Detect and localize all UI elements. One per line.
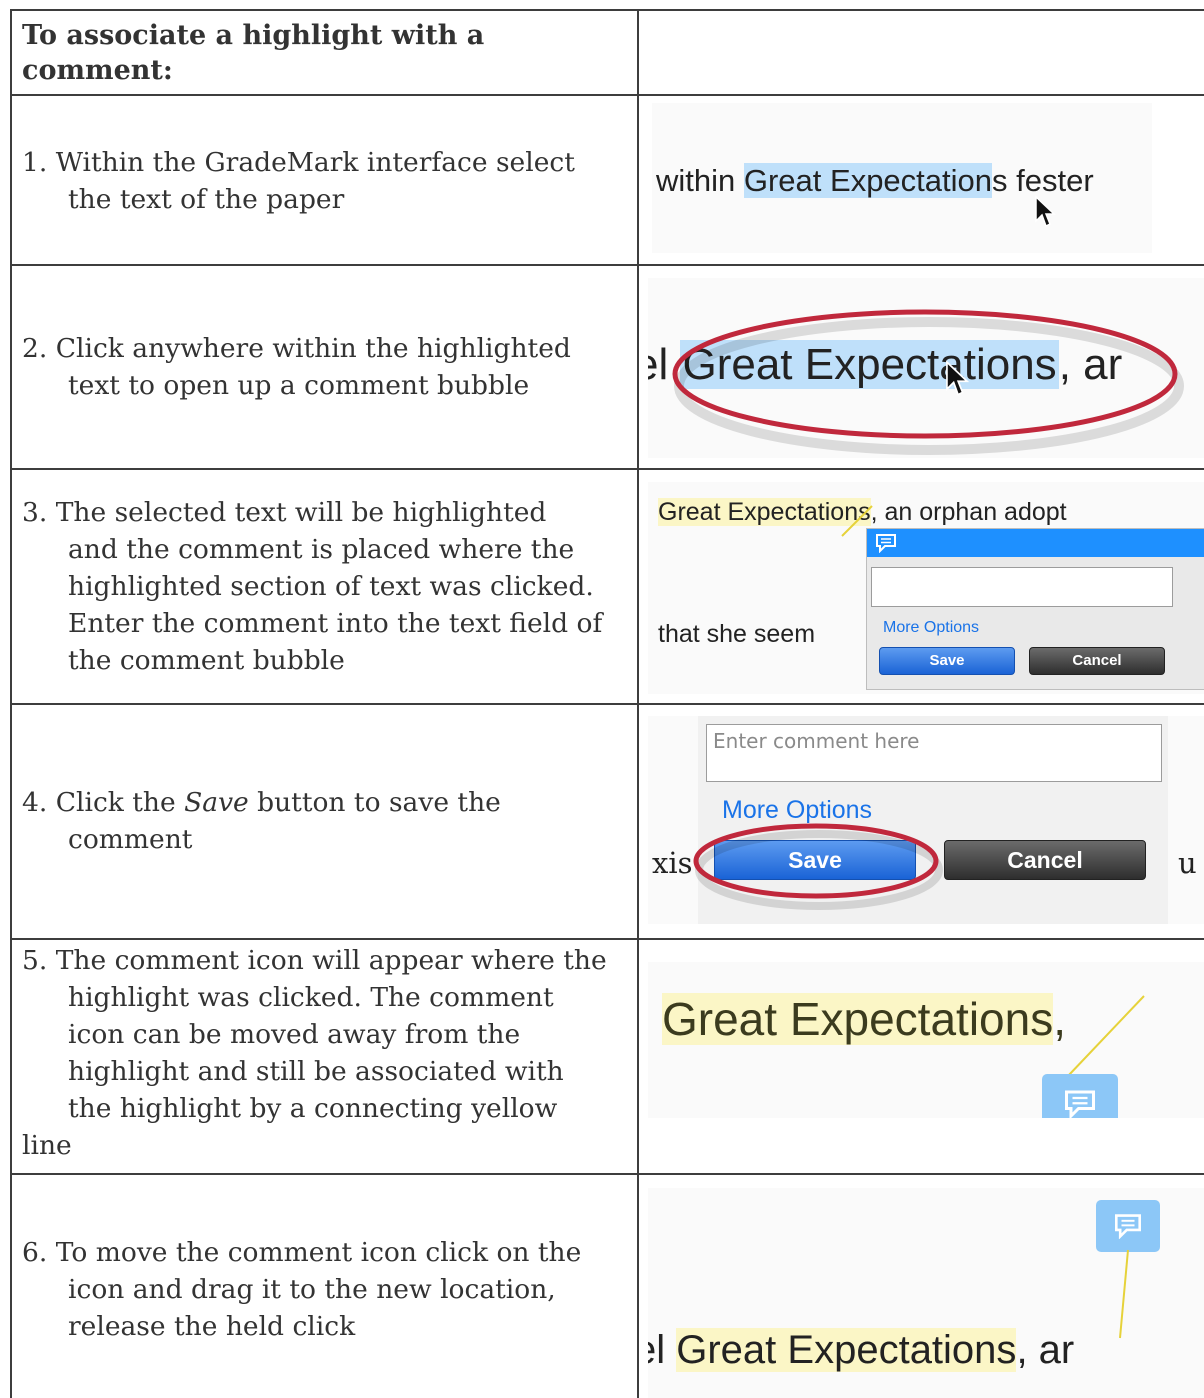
step-line: highlight and still be associated with xyxy=(68,1056,564,1087)
step-line: The selected text will be highlighted xyxy=(55,497,547,528)
step-line: Click anywhere within the highlighted xyxy=(55,333,571,364)
comment-text-field[interactable] xyxy=(871,567,1173,607)
screenshot-select-text: within Great Expectations fester xyxy=(652,103,1152,253)
row-divider xyxy=(10,468,1204,470)
row-divider xyxy=(10,938,1204,940)
comment-icon xyxy=(876,534,896,553)
row-divider xyxy=(10,703,1204,705)
step-line-post: button to save the xyxy=(248,787,501,818)
paper-text-line: within Great Expectations fester xyxy=(656,163,1094,198)
step-number: 6. xyxy=(22,1237,48,1268)
step-line: To move the comment icon click on the xyxy=(55,1237,582,1268)
connector-line xyxy=(1119,1249,1129,1339)
red-callout-ellipse xyxy=(693,823,943,910)
step-line: Enter the comment into the text field of xyxy=(68,608,603,639)
screenshot-click-highlight: el Great Expectations, ar xyxy=(648,278,1204,458)
screenshot-click-save: Enter comment here More Options Save Can… xyxy=(648,716,1204,924)
step-3-text: 3. The selected text will be highlighted… xyxy=(22,494,632,679)
comment-icon[interactable] xyxy=(1096,1200,1160,1252)
screenshot-move-icon: el Great Expectations, ar xyxy=(648,1188,1204,1398)
step-number: 3. xyxy=(22,497,48,528)
step-line: and the comment is placed where the xyxy=(68,534,575,565)
step-line: comment xyxy=(68,824,193,855)
step-line: text to open up a comment bubble xyxy=(68,370,530,401)
comment-bubble: More Options Save Cancel xyxy=(866,528,1204,690)
step-line: the text of the paper xyxy=(68,184,345,215)
yellow-highlighted-text: Great Expectations xyxy=(662,993,1054,1045)
step-4-text: 4. Click the Save button to save the com… xyxy=(22,784,632,858)
step-line: the highlight by a connecting yellow xyxy=(68,1093,558,1124)
step-number: 1. xyxy=(22,147,48,178)
step-line: release the held click xyxy=(68,1311,356,1342)
row-divider xyxy=(10,94,1204,96)
screenshot-comment-icon: Great Expectations, xyxy=(648,962,1204,1118)
paper-text-line: el Great Expectations, ar xyxy=(648,1328,1075,1372)
step-line: icon and drag it to the new location, xyxy=(68,1274,556,1305)
heading-line-1: To associate a highlight with a xyxy=(22,20,485,51)
save-button[interactable]: Save xyxy=(879,647,1015,675)
step-1-text: 1. Within the GradeMark interface select… xyxy=(22,144,632,218)
table-heading: To associate a highlight with a comment: xyxy=(22,18,622,88)
step-5-text: 5. The comment icon will appear where th… xyxy=(22,942,632,1164)
cancel-button[interactable]: Cancel xyxy=(1029,647,1165,675)
row-divider xyxy=(10,1173,1204,1175)
red-callout-ellipse xyxy=(672,309,1184,455)
step-number: 4. xyxy=(22,787,48,818)
step-6-text: 6. To move the comment icon click on the… xyxy=(22,1234,632,1345)
mouse-cursor-icon xyxy=(946,360,970,396)
heading-line-2: comment: xyxy=(22,55,173,86)
mouse-cursor-icon xyxy=(1035,195,1056,228)
bubble-header xyxy=(867,529,1204,557)
step-number: 5. xyxy=(22,945,48,976)
comment-icon[interactable] xyxy=(1042,1074,1118,1118)
table-border-top xyxy=(10,9,1204,11)
row-divider xyxy=(10,264,1204,266)
more-options-link[interactable]: More Options xyxy=(883,619,979,637)
step-line-pre: Click the xyxy=(55,787,185,818)
step-line: Within the GradeMark interface select xyxy=(55,147,575,178)
step-2-text: 2. Click anywhere within the highlighted… xyxy=(22,330,632,404)
paper-text-line: that she seem xyxy=(658,620,816,648)
yellow-highlighted-text: Great Expectations xyxy=(676,1328,1017,1372)
selected-text: Great Expectation xyxy=(743,163,993,198)
step-line: The comment icon will appear where the xyxy=(55,945,607,976)
step-line: icon can be moved away from the xyxy=(68,1019,521,1050)
screenshot-comment-bubble: Great Expectations, an orphan adopt that… xyxy=(648,482,1204,694)
step-line-last: line xyxy=(22,1130,72,1161)
paper-text-line: Great Expectations, xyxy=(662,993,1066,1045)
step-number: 2. xyxy=(22,333,48,364)
step-line: the comment bubble xyxy=(68,645,345,676)
save-emphasis: Save xyxy=(184,787,249,818)
step-line: highlight was clicked. The comment xyxy=(68,982,554,1013)
step-line: highlighted section of text was clicked. xyxy=(68,571,594,602)
